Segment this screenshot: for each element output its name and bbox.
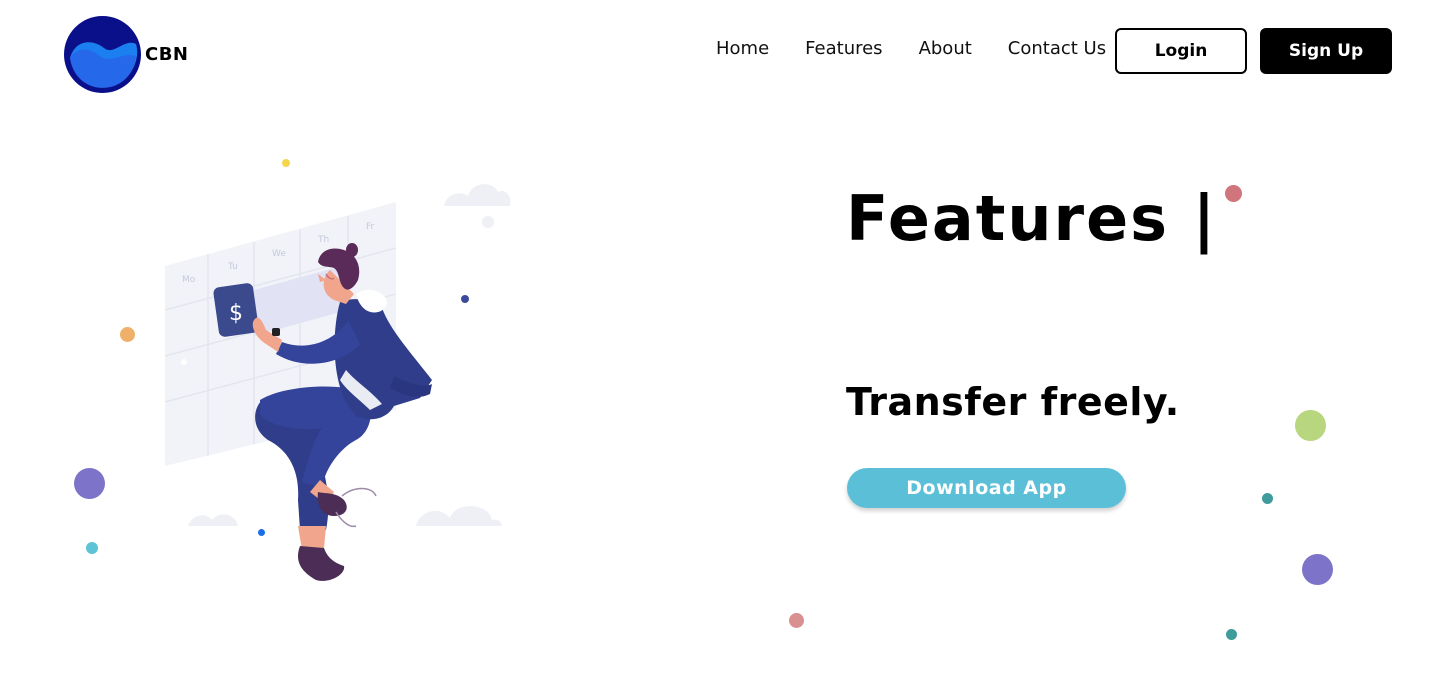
nav-link-about[interactable]: About bbox=[919, 38, 972, 59]
navbar: CBN Home Features About Contact Us Login… bbox=[0, 0, 1440, 105]
decorative-dot bbox=[1302, 554, 1333, 585]
signup-button[interactable]: Sign Up bbox=[1260, 28, 1392, 74]
nav-link-contact[interactable]: Contact Us bbox=[1008, 38, 1106, 59]
decorative-dot bbox=[86, 542, 98, 554]
hero-title: Features | bbox=[846, 182, 1218, 255]
brand-name[interactable]: CBN bbox=[145, 44, 189, 65]
download-app-button[interactable]: Download App bbox=[847, 468, 1126, 508]
calendar-day-label: Mo bbox=[182, 275, 196, 285]
calendar-day-label: We bbox=[272, 249, 286, 259]
calendar-day-label: Th bbox=[317, 235, 329, 245]
logo[interactable] bbox=[64, 16, 141, 93]
decorative-dot bbox=[1226, 629, 1237, 640]
decorative-dot bbox=[1295, 410, 1326, 441]
cloud-icon bbox=[188, 514, 238, 526]
decorative-dot bbox=[789, 613, 804, 628]
brand[interactable]: CBN bbox=[64, 16, 189, 93]
nav-link-features[interactable]: Features bbox=[805, 38, 882, 59]
cloud-dot bbox=[482, 216, 494, 228]
login-button[interactable]: Login bbox=[1115, 28, 1247, 74]
decorative-dot bbox=[1262, 493, 1273, 504]
decorative-dot bbox=[74, 468, 105, 499]
logo-wave-icon bbox=[65, 17, 140, 92]
nav-links: Home Features About Contact Us bbox=[716, 38, 1142, 59]
decorative-dot bbox=[282, 159, 290, 167]
decorative-dot bbox=[1225, 185, 1242, 202]
cloud-icon bbox=[416, 506, 502, 526]
nav-link-home[interactable]: Home bbox=[716, 38, 769, 59]
calendar-day-label: Tu bbox=[227, 262, 238, 272]
cloud-icon bbox=[444, 184, 511, 206]
dollar-sign-icon: $ bbox=[229, 301, 243, 326]
person-calendar-illustration: Mo Tu We Th Fr $ bbox=[164, 184, 511, 581]
calendar-day-label: Fr bbox=[366, 222, 375, 232]
hero-subtitle: Transfer freely. bbox=[846, 380, 1180, 424]
hero-illustration: Mo Tu We Th Fr $ bbox=[150, 170, 530, 600]
decorative-dot bbox=[120, 327, 135, 342]
